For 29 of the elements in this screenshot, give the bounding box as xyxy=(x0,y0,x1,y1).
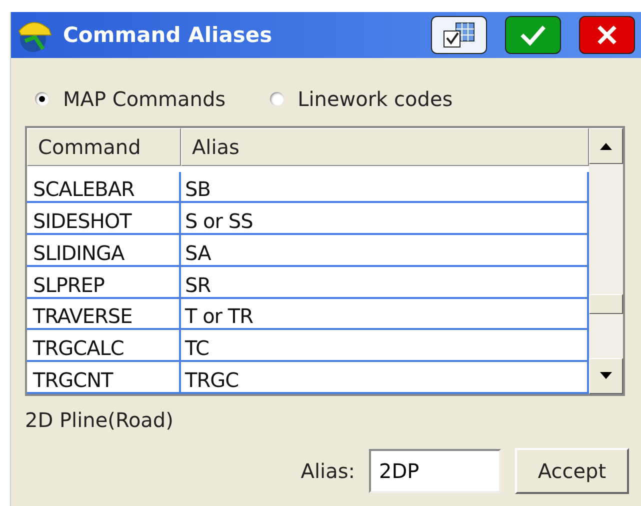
checkbox-table-icon xyxy=(442,21,476,49)
window-title: Command Aliases xyxy=(63,23,274,47)
column-header[interactable]: Alias xyxy=(181,128,589,166)
alias-label: Alias: xyxy=(300,459,355,483)
close-button[interactable] xyxy=(579,16,635,54)
radio-button[interactable] xyxy=(270,92,284,106)
radio-label[interactable]: MAP Commands xyxy=(63,87,226,111)
table-cell[interactable]: TRAVERSE xyxy=(27,298,181,328)
close-icon xyxy=(596,24,618,46)
table-cell[interactable]: TRGCALC xyxy=(27,330,181,360)
accept-button[interactable]: Accept xyxy=(515,448,629,494)
radio-button[interactable] xyxy=(35,92,49,106)
alias-input[interactable]: 2DP xyxy=(369,449,501,493)
checkmark-icon xyxy=(520,24,546,46)
table-cell[interactable]: SCALEBAR xyxy=(27,172,181,202)
down-arrow-icon xyxy=(600,372,612,380)
table-cell[interactable]: SLPREP xyxy=(27,266,181,297)
ok-button[interactable] xyxy=(505,16,561,54)
description-text: 2D Pline(Road) xyxy=(24,407,174,434)
scroll-thumb[interactable] xyxy=(589,294,623,314)
radio-label[interactable]: Linework codes xyxy=(298,87,453,111)
table-cell[interactable]: SLIDINGA xyxy=(27,235,181,265)
table-cell[interactable]: TRGCNT xyxy=(27,362,181,392)
scroll-up-button[interactable] xyxy=(589,128,623,164)
column-header[interactable]: Command xyxy=(27,128,181,166)
scroll-down-button[interactable] xyxy=(589,358,623,394)
table-cell[interactable]: SIDESHOT xyxy=(27,203,181,234)
up-arrow-icon xyxy=(600,142,612,150)
table-settings-button[interactable] xyxy=(431,16,487,54)
